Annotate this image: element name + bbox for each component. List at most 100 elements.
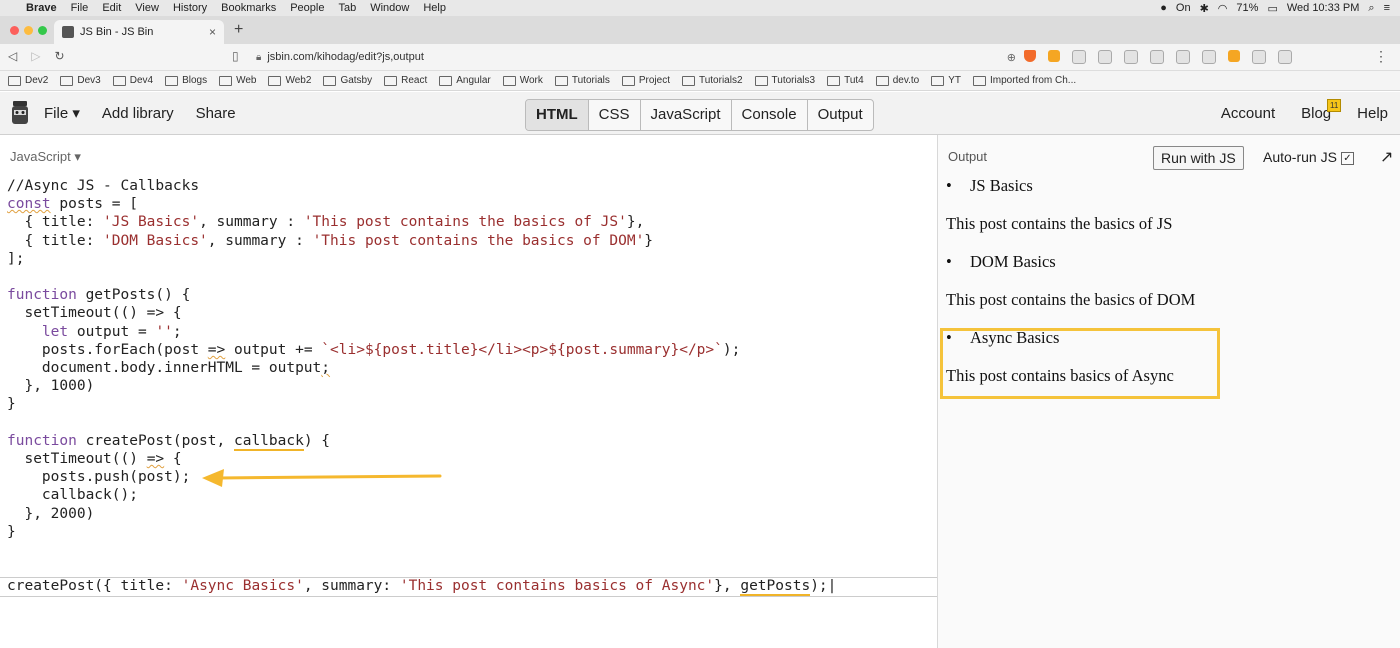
folder-icon — [875, 75, 889, 86]
menu-file[interactable]: File — [71, 2, 89, 14]
bookmarks-bar: Dev2 Dev3 Dev4 Blogs Web Web2 Gatsby Rea… — [0, 71, 1400, 91]
spotlight-icon[interactable]: ⌕ — [1368, 2, 1374, 15]
bookmark-icon[interactable]: ▯ — [232, 49, 239, 63]
tab-title: JS Bin - JS Bin — [80, 26, 154, 38]
on-status[interactable]: On — [1176, 2, 1191, 14]
bookmark-folder[interactable]: dev.to — [875, 75, 919, 86]
folder-icon — [754, 75, 768, 86]
reload-icon[interactable]: ↻ — [54, 49, 64, 63]
bookmark-folder[interactable]: React — [384, 75, 427, 86]
blog-link[interactable]: Blog 11 — [1301, 98, 1342, 122]
menu-window[interactable]: Window — [370, 2, 409, 14]
bookmark-folder[interactable]: Project — [621, 75, 670, 86]
checkbox-checked-icon[interactable]: ✓ — [1340, 152, 1354, 165]
extension-icon[interactable] — [1176, 50, 1190, 64]
minimize-window-button[interactable] — [24, 26, 33, 35]
bluetooth-icon[interactable]: ✱ — [1200, 2, 1209, 15]
folder-icon — [165, 75, 179, 86]
extension-icon[interactable] — [1252, 50, 1266, 64]
address-bar-row: ◁ ▷ ↻ ▯ 🔒︎ jsbin.com/kihodag/edit?js,out… — [0, 44, 1400, 71]
folder-icon — [219, 75, 233, 86]
close-window-button[interactable] — [10, 26, 19, 35]
list-item: DOM Basics — [946, 251, 1195, 273]
lock-icon[interactable]: 🔒︎ — [256, 52, 261, 63]
help-link[interactable]: Help — [1357, 105, 1388, 122]
bookmark-folder[interactable]: Tut4 — [827, 75, 864, 86]
bookmark-folder[interactable]: Blogs — [165, 75, 207, 86]
folder-icon — [554, 75, 568, 86]
bookmark-folder[interactable]: Web — [219, 75, 256, 86]
extension-icon[interactable] — [1202, 50, 1216, 64]
code-editor[interactable]: //Async JS - Callbacks const posts = [ {… — [7, 177, 836, 597]
folder-icon — [973, 75, 986, 86]
run-with-js-button[interactable]: Run with JS — [1153, 146, 1244, 170]
bookmark-folder[interactable]: Tutorials3 — [754, 75, 815, 86]
bookmark-folder[interactable]: Angular — [439, 75, 491, 86]
folder-icon — [439, 75, 453, 86]
menu-people[interactable]: People — [290, 2, 324, 14]
panel-html-button[interactable]: HTML — [526, 100, 588, 130]
share-button[interactable]: Share — [196, 105, 236, 122]
popout-arrow-icon[interactable]: ↗ — [1380, 147, 1393, 167]
tab-close-icon[interactable]: × — [209, 25, 216, 39]
control-center-icon[interactable]: ≡ — [1384, 2, 1390, 14]
brave-shields-icon[interactable] — [1024, 50, 1036, 62]
zoom-window-button[interactable] — [38, 26, 47, 35]
bookmark-folder[interactable]: Web2 — [268, 75, 311, 86]
autorun-toggle[interactable]: Auto-run JS ✓ — [1263, 149, 1354, 165]
menu-app-name[interactable]: Brave — [26, 2, 57, 14]
window-controls — [10, 26, 47, 35]
bookmark-folder[interactable]: Dev4 — [112, 75, 153, 86]
bookmark-folder[interactable]: Tutorials2 — [681, 75, 743, 86]
record-icon[interactable]: ● — [1160, 2, 1167, 14]
menu-bookmarks[interactable]: Bookmarks — [221, 2, 276, 14]
bookmark-folder[interactable]: Dev3 — [60, 75, 101, 86]
extension-icon[interactable] — [1098, 50, 1112, 64]
extension-icon[interactable] — [1072, 50, 1086, 64]
menu-tab[interactable]: Tab — [338, 2, 356, 14]
bookmark-folder[interactable]: Tutorials — [554, 75, 610, 86]
menu-help[interactable]: Help — [423, 2, 446, 14]
panel-javascript-button[interactable]: JavaScript — [639, 100, 731, 130]
bookmark-folder[interactable]: Work — [502, 75, 543, 86]
menu-view[interactable]: View — [135, 2, 159, 14]
bookmark-folder[interactable]: YT — [931, 75, 961, 86]
profile-icon[interactable] — [1278, 50, 1292, 64]
account-button[interactable]: Account — [1221, 105, 1275, 122]
forward-icon[interactable]: ▷ — [31, 49, 40, 63]
menubar-status-area: ● On ✱ ◠ 71% ▭ Wed 10:33 PM ⌕ ≡ — [1160, 0, 1390, 16]
editor-language-selector[interactable]: JavaScript ▾ — [10, 149, 81, 165]
folder-icon — [268, 75, 282, 86]
bookmark-folder[interactable]: Dev2 — [8, 75, 48, 86]
annotation-highlight-box — [940, 328, 1220, 399]
file-menu-button[interactable]: File ▾ — [44, 104, 80, 122]
zoom-icon[interactable]: ⊕ — [1007, 51, 1016, 64]
add-library-button[interactable]: Add library — [102, 105, 174, 122]
back-icon[interactable]: ◁ — [8, 49, 17, 63]
url-field[interactable]: 🔒︎ jsbin.com/kihodag/edit?js,output ⊕ — [256, 48, 1016, 66]
browser-menu-icon[interactable]: ⋮ — [1374, 48, 1388, 65]
jsbin-logo-icon[interactable] — [10, 100, 30, 126]
battery-percent: 71% — [1236, 2, 1259, 14]
panel-console-button[interactable]: Console — [730, 100, 807, 130]
extension-icon[interactable] — [1228, 50, 1240, 62]
menu-history[interactable]: History — [173, 2, 207, 14]
extension-icon[interactable] — [1150, 50, 1164, 64]
url-text[interactable]: jsbin.com/kihodag/edit?js,output — [267, 51, 424, 63]
folder-icon — [827, 75, 841, 86]
bookmark-folder[interactable]: Gatsby — [323, 75, 372, 86]
menu-edit[interactable]: Edit — [102, 2, 121, 14]
panel-output-button[interactable]: Output — [806, 100, 873, 130]
browser-tab[interactable]: JS Bin - JS Bin × — [54, 20, 224, 44]
nav-buttons: ◁ ▷ ↻ — [8, 49, 65, 63]
new-tab-button[interactable]: + — [234, 21, 243, 39]
extension-icon[interactable] — [1124, 50, 1138, 64]
wifi-icon[interactable]: ◠ — [1218, 2, 1228, 15]
post-summary: This post contains the basics of JS — [946, 214, 1173, 233]
javascript-editor-panel[interactable]: JavaScript ▾ //Async JS - Callbacks cons… — [0, 135, 938, 648]
clock[interactable]: Wed 10:33 PM — [1287, 2, 1360, 14]
panel-css-button[interactable]: CSS — [587, 100, 640, 130]
rewards-icon[interactable] — [1048, 50, 1060, 62]
bookmark-folder[interactable]: Imported from Ch... — [973, 75, 1076, 86]
battery-icon[interactable]: ▭ — [1267, 2, 1277, 15]
